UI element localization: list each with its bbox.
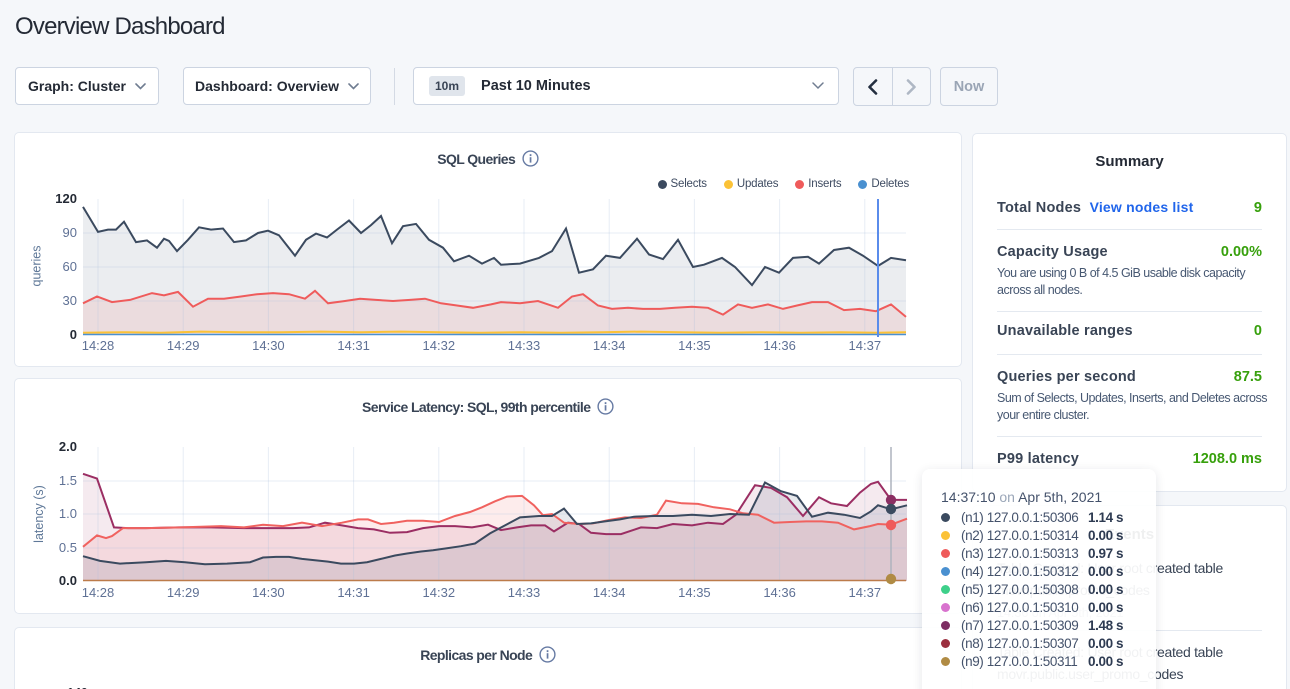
svg-text:2.0: 2.0 bbox=[59, 439, 77, 454]
svg-text:1.5: 1.5 bbox=[59, 473, 77, 488]
svg-text:14:36: 14:36 bbox=[763, 585, 796, 600]
svg-text:14:32: 14:32 bbox=[423, 338, 456, 353]
svg-text:14:34: 14:34 bbox=[593, 585, 626, 600]
svg-text:0: 0 bbox=[70, 327, 77, 342]
svg-text:14:35: 14:35 bbox=[678, 338, 711, 353]
svg-text:14:36: 14:36 bbox=[763, 338, 796, 353]
svg-text:14:30: 14:30 bbox=[252, 338, 285, 353]
svg-text:14:33: 14:33 bbox=[508, 585, 541, 600]
svg-text:14:32: 14:32 bbox=[423, 585, 456, 600]
svg-text:60: 60 bbox=[63, 259, 77, 274]
svg-text:30: 30 bbox=[63, 293, 77, 308]
svg-text:14:34: 14:34 bbox=[593, 338, 626, 353]
svg-text:14:35: 14:35 bbox=[678, 585, 711, 600]
svg-text:90: 90 bbox=[63, 225, 77, 240]
svg-text:14:37: 14:37 bbox=[849, 338, 882, 353]
svg-text:14:28: 14:28 bbox=[82, 338, 115, 353]
svg-text:14:29: 14:29 bbox=[167, 585, 200, 600]
svg-text:14:31: 14:31 bbox=[337, 338, 370, 353]
svg-text:14:31: 14:31 bbox=[337, 585, 370, 600]
svg-text:120: 120 bbox=[55, 191, 77, 206]
svg-text:1.0: 1.0 bbox=[59, 506, 77, 521]
svg-text:14:33: 14:33 bbox=[508, 338, 541, 353]
svg-text:14:28: 14:28 bbox=[82, 585, 115, 600]
svg-text:14:29: 14:29 bbox=[167, 338, 200, 353]
svg-text:14:30: 14:30 bbox=[252, 585, 285, 600]
svg-text:14:37: 14:37 bbox=[849, 585, 882, 600]
svg-text:0.5: 0.5 bbox=[59, 540, 77, 555]
svg-text:0.0: 0.0 bbox=[59, 573, 77, 588]
